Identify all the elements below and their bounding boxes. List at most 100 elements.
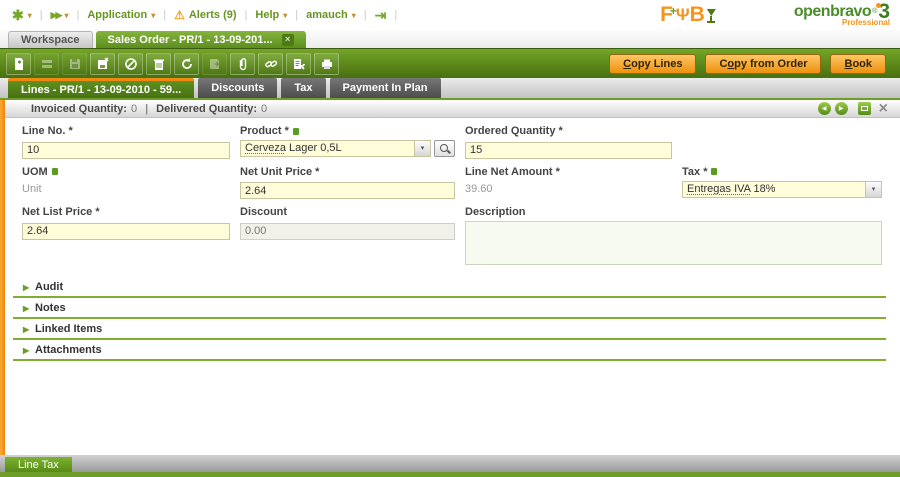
invoiced-quantity-value: 0 (131, 103, 137, 115)
alerts-menu[interactable]: ⚠ Alerts (9) (174, 8, 236, 22)
application-menu[interactable]: Application ▾ (87, 9, 155, 21)
print-button[interactable] (314, 53, 339, 75)
tab-sales-order-label: Sales Order - PR/1 - 13-09-201... (108, 34, 273, 46)
prev-arrow-icon: ◀ (822, 105, 827, 112)
field-tax: Tax * Entregas IVA 18% ▾ (682, 166, 882, 200)
chevron-down-icon: ▾ (421, 145, 425, 152)
help-menu[interactable]: Help ▾ (255, 9, 287, 21)
fast-forward-icon: ▶▶ (51, 10, 61, 21)
menu-separator: | (76, 9, 79, 21)
delivered-quantity-value: 0 (261, 103, 267, 115)
close-form-button[interactable]: × (879, 102, 888, 115)
field-link-icon[interactable] (711, 168, 717, 175)
new-document-button[interactable] (6, 53, 31, 75)
discount-label: Discount (240, 206, 455, 218)
fnb-logo: F + Ψ B (660, 5, 716, 25)
previous-record-button[interactable]: ◀ (818, 102, 831, 115)
next-record-button[interactable]: ▶ (835, 102, 848, 115)
recent-views-menu[interactable]: ▶▶ ▾ (51, 10, 69, 21)
expand-arrow-icon: ▶ (23, 283, 29, 292)
product-combo[interactable]: Cerveza Lager 0,5L ▾ (240, 140, 431, 157)
tab-line-tax[interactable]: Line Tax (5, 457, 72, 472)
menu-separator: | (245, 9, 248, 21)
tools-button[interactable] (286, 53, 311, 75)
paperclip-icon (236, 57, 250, 71)
section-audit[interactable]: ▶ Audit (13, 280, 886, 298)
field-link-icon[interactable] (293, 128, 299, 135)
maximize-button[interactable] (858, 102, 871, 115)
tab-discounts[interactable]: Discounts (198, 78, 277, 98)
ordered-quantity-input[interactable] (465, 142, 672, 159)
top-menu-bar: ✱ ▾ | ▶▶ ▾ | Application ▾ | ⚠ Alerts (9… (0, 0, 900, 30)
tax-dropdown-button[interactable]: ▾ (865, 182, 881, 197)
tax-combo[interactable]: Entregas IVA 18% ▾ (682, 181, 882, 198)
discount-input (240, 223, 455, 240)
net-list-price-input[interactable] (22, 223, 230, 240)
new-document-icon (12, 57, 26, 71)
product-value-rest: Lager 0,5L (286, 142, 342, 154)
section-linked-items[interactable]: ▶ Linked Items (13, 322, 886, 340)
product-dropdown-button[interactable]: ▾ (414, 141, 430, 156)
next-arrow-icon: ▶ (839, 105, 844, 112)
tax-label: Tax * (682, 166, 707, 178)
line-net-amount-value: 39.60 (465, 181, 672, 195)
field-discount: Discount (240, 206, 455, 270)
net-unit-price-input[interactable] (240, 182, 455, 199)
field-line-net-amount: Line Net Amount * 39.60 (465, 166, 672, 200)
active-record-strip (0, 100, 5, 455)
toolbar-action-buttons: Copy Lines Copy from Order Book (609, 54, 886, 74)
status-separator: | (145, 103, 148, 115)
tab-payment-in-plan[interactable]: Payment In Plan (330, 78, 441, 98)
tab-workspace[interactable]: Workspace (8, 31, 93, 48)
tab-tax[interactable]: Tax (281, 78, 325, 98)
copy-from-order-button[interactable]: Copy from Order (705, 54, 821, 74)
chevron-down-icon: ▾ (283, 11, 287, 20)
new-row-button[interactable] (34, 53, 59, 75)
product-label: Product * (240, 125, 289, 137)
close-icon[interactable]: × (282, 34, 294, 46)
export-button[interactable] (202, 53, 227, 75)
quick-launch-menu[interactable]: ✱ ▾ (12, 7, 32, 24)
logout-icon: ⇥ (375, 7, 387, 24)
tax-value-rest: 18% (750, 183, 775, 195)
bottom-accent-bar (0, 472, 900, 477)
user-menu[interactable]: amauch ▾ (306, 9, 356, 21)
save-close-icon (96, 57, 110, 71)
menu-separator: | (295, 9, 298, 21)
attachment-button[interactable] (230, 53, 255, 75)
field-link-icon[interactable] (52, 168, 58, 175)
tab-lines[interactable]: Lines - PR/1 - 13-09-2010 - 59... (8, 78, 194, 98)
section-attachments[interactable]: ▶ Attachments (13, 343, 886, 361)
section-notes[interactable]: ▶ Notes (13, 301, 886, 319)
link-button[interactable] (258, 53, 283, 75)
save-button[interactable] (62, 53, 87, 75)
tab-sales-order[interactable]: Sales Order - PR/1 - 13-09-201... × (96, 31, 306, 48)
invoiced-quantity-label: Invoiced Quantity: (31, 103, 127, 115)
tab-tax-label: Tax (294, 82, 312, 94)
alerts-label: Alerts (9) (189, 9, 237, 21)
openbravo-window: ✱ ▾ | ▶▶ ▾ | Application ▾ | ⚠ Alerts (9… (0, 0, 900, 477)
copy-lines-button[interactable]: Copy Lines (609, 54, 696, 74)
description-textarea[interactable] (465, 221, 882, 265)
openbravo-logo: openbravo ® 3 Professional (794, 4, 890, 27)
field-description: Description (465, 206, 882, 270)
save-icon (68, 57, 82, 71)
line-no-input[interactable] (22, 142, 230, 159)
save-close-button[interactable] (90, 53, 115, 75)
product-search-button[interactable] (434, 140, 455, 157)
refresh-button[interactable] (174, 53, 199, 75)
uom-value: Unit (22, 181, 230, 195)
copy-from-order-label-post: py from Order (734, 58, 807, 70)
chevron-down-icon: ▾ (352, 11, 356, 20)
help-menu-label: Help (255, 9, 279, 21)
delete-button[interactable] (146, 53, 171, 75)
book-button[interactable]: Book (830, 54, 886, 74)
expand-arrow-icon: ▶ (23, 304, 29, 313)
tab-payment-in-plan-label: Payment In Plan (343, 82, 428, 94)
field-uom: UOM Unit (22, 166, 230, 200)
cancel-button[interactable] (118, 53, 143, 75)
logout-button[interactable]: ⇥ (375, 7, 387, 24)
tab-line-tax-label: Line Tax (18, 459, 59, 471)
description-label: Description (465, 206, 882, 218)
field-net-list-price: Net List Price * (22, 206, 230, 270)
